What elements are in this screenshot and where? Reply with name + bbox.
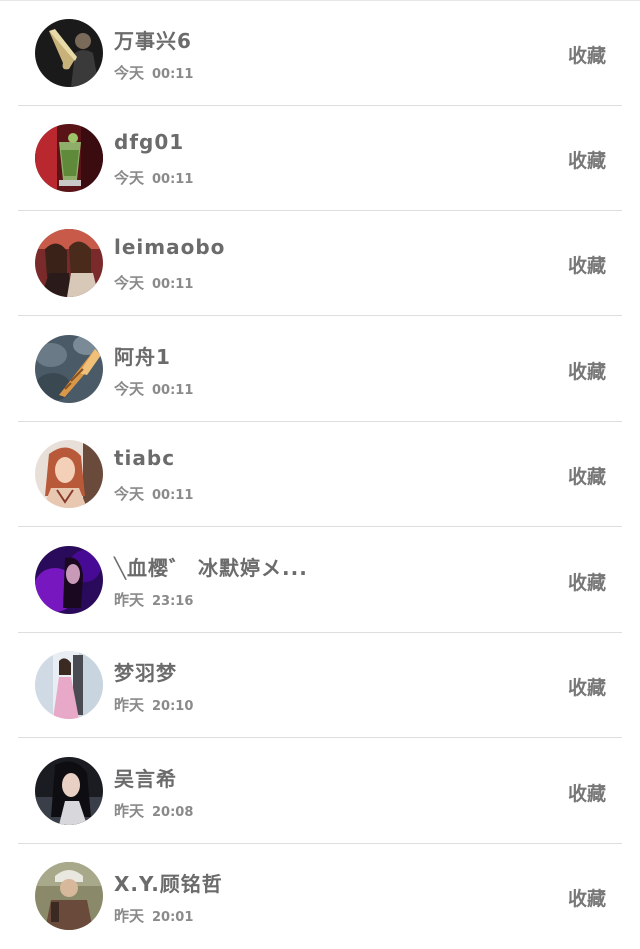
collect-button[interactable]: 收藏 <box>568 41 606 68</box>
collect-button[interactable]: 收藏 <box>568 462 606 489</box>
contact-name: dfg01 <box>114 130 185 154</box>
timestamp-clock: 00:11 <box>152 277 194 292</box>
collect-button[interactable]: 收藏 <box>568 146 606 173</box>
dark-hair-girl-photo-icon <box>35 757 103 825</box>
purple-light-portrait-photo-icon <box>35 546 103 614</box>
avatar[interactable] <box>35 229 103 297</box>
timestamp: 今天 00:11 <box>114 272 193 293</box>
timestamp-clock: 20:10 <box>152 699 194 714</box>
collect-button[interactable]: 收藏 <box>568 357 606 384</box>
collect-button[interactable]: 收藏 <box>568 568 606 595</box>
timestamp-clock: 20:08 <box>152 805 194 820</box>
contact-list: 万事兴6 今天 00:11 收藏 dfg01 今天 00:11 收藏 leima… <box>0 0 640 945</box>
contact-name: X.Y.顾铭哲 <box>114 872 223 896</box>
list-item[interactable]: X.Y.顾铭哲 昨天 20:01 收藏 <box>18 844 622 949</box>
avatar[interactable] <box>35 124 103 192</box>
timestamp: 今天 00:11 <box>114 378 193 399</box>
timestamp-day: 今天 <box>114 274 145 292</box>
list-item[interactable]: 梦羽梦 昨天 20:10 收藏 <box>18 633 622 738</box>
collect-button[interactable]: 收藏 <box>568 673 606 700</box>
contact-name: ╲血樱゛ 冰默婷メ... <box>114 556 308 580</box>
collect-button[interactable]: 收藏 <box>568 251 606 278</box>
avatar[interactable] <box>35 440 103 508</box>
list-item[interactable]: leimaobo 今天 00:11 收藏 <box>18 211 622 316</box>
contact-name: tiabc <box>114 446 176 470</box>
girl-pink-dress-photo-icon <box>35 651 103 719</box>
timestamp-day: 昨天 <box>114 696 145 714</box>
avatar[interactable] <box>35 651 103 719</box>
list-item[interactable]: dfg01 今天 00:11 收藏 <box>18 106 622 211</box>
timestamp: 昨天 20:01 <box>114 905 193 926</box>
saxophone-player-photo-icon <box>35 19 103 87</box>
contact-name: 吴言希 <box>114 767 177 791</box>
list-item[interactable]: tiabc 今天 00:11 收藏 <box>18 422 622 527</box>
boy-in-cap-photo-icon <box>35 862 103 930</box>
timestamp-clock: 20:01 <box>152 910 194 925</box>
timestamp-day: 今天 <box>114 485 145 503</box>
timestamp-clock: 00:11 <box>152 172 194 187</box>
timestamp-clock: 00:11 <box>152 488 194 503</box>
timestamp: 昨天 23:16 <box>114 589 193 610</box>
timestamp-day: 昨天 <box>114 802 145 820</box>
contact-name: leimaobo <box>114 235 226 259</box>
avatar[interactable] <box>35 335 103 403</box>
list-item[interactable]: 阿舟1 今天 00:11 收藏 <box>18 317 622 422</box>
seashell-photo-icon <box>35 335 103 403</box>
woman-portrait-photo-icon <box>35 440 103 508</box>
contact-name: 万事兴6 <box>114 29 192 53</box>
avatar[interactable] <box>35 19 103 87</box>
timestamp: 今天 00:11 <box>114 62 193 83</box>
list-item[interactable]: 吴言希 昨天 20:08 收藏 <box>18 739 622 844</box>
timestamp-day: 今天 <box>114 380 145 398</box>
cocktail-drink-photo-icon <box>35 124 103 192</box>
collect-button[interactable]: 收藏 <box>568 779 606 806</box>
timestamp-day: 今天 <box>114 64 145 82</box>
contact-name: 梦羽梦 <box>114 661 177 685</box>
timestamp: 昨天 20:10 <box>114 694 193 715</box>
timestamp: 昨天 20:08 <box>114 800 193 821</box>
avatar[interactable] <box>35 862 103 930</box>
list-item[interactable]: ╲血樱゛ 冰默婷メ... 昨天 23:16 收藏 <box>18 528 622 633</box>
timestamp-day: 今天 <box>114 169 145 187</box>
timestamp: 今天 00:11 <box>114 167 193 188</box>
timestamp-day: 昨天 <box>114 907 145 925</box>
collect-button[interactable]: 收藏 <box>568 884 606 911</box>
timestamp-clock: 00:11 <box>152 67 194 82</box>
two-girls-photo-icon <box>35 229 103 297</box>
avatar[interactable] <box>35 546 103 614</box>
timestamp-clock: 00:11 <box>152 383 194 398</box>
list-item[interactable]: 万事兴6 今天 00:11 收藏 <box>18 1 622 106</box>
contact-name: 阿舟1 <box>114 345 171 369</box>
timestamp-day: 昨天 <box>114 591 145 609</box>
timestamp: 今天 00:11 <box>114 483 193 504</box>
timestamp-clock: 23:16 <box>152 594 194 609</box>
avatar[interactable] <box>35 757 103 825</box>
